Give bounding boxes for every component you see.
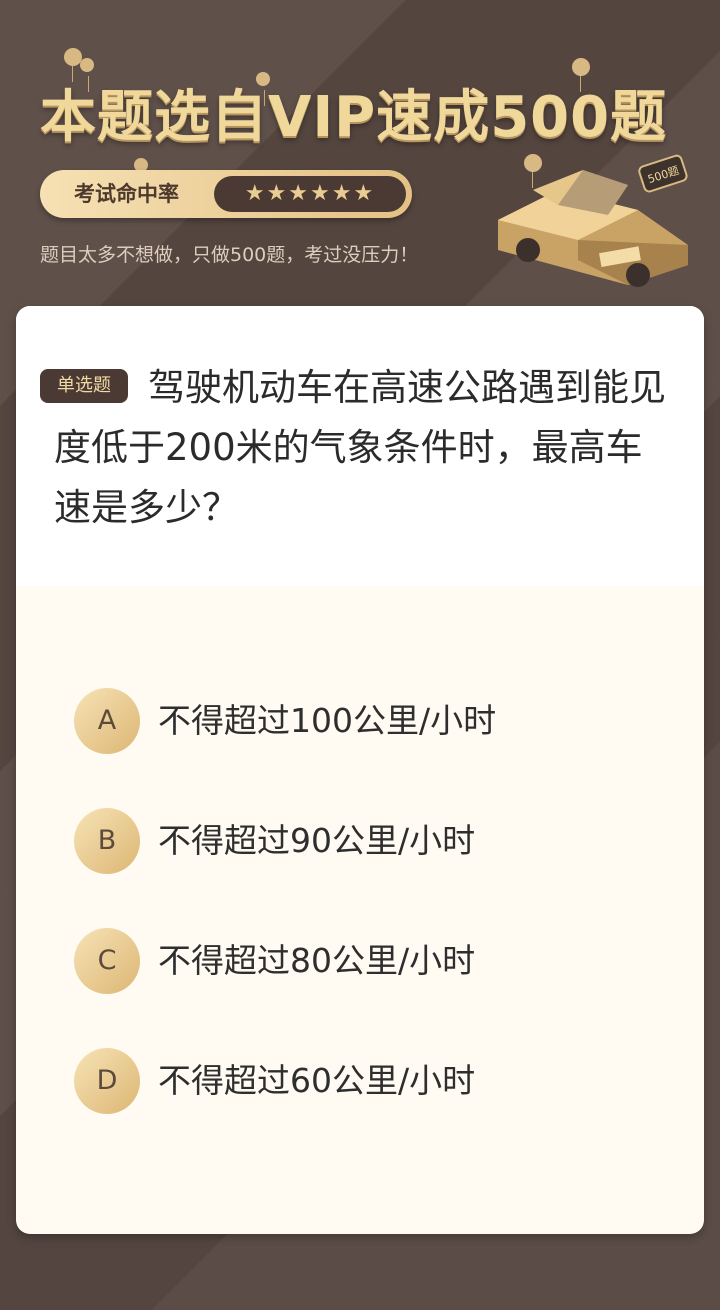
question-area: 驾驶机动车在高速公路遇到能见度低于200米的气象条件时，最高车速是多少？ 单选题 — [16, 306, 704, 586]
option-c[interactable]: C 不得超过80公里/小时 — [74, 926, 634, 996]
option-letter: B — [74, 808, 140, 874]
hero-subtitle: 题目太多不想做，只做500题，考过没压力！ — [40, 244, 419, 266]
option-text: 不得超过80公里/小时 — [158, 941, 476, 980]
question-type-badge: 单选题 — [40, 369, 128, 403]
hit-rate-label: 考试命中率 — [74, 182, 179, 206]
option-text: 不得超过60公里/小时 — [158, 1061, 476, 1100]
option-letter: D — [74, 1048, 140, 1114]
question-card: 驾驶机动车在高速公路遇到能见度低于200米的气象条件时，最高车速是多少？ 单选题… — [16, 306, 704, 1234]
question-text: 驾驶机动车在高速公路遇到能见度低于200米的气象条件时，最高车速是多少？ — [54, 366, 666, 529]
option-text: 不得超过90公里/小时 — [158, 821, 476, 860]
option-text: 不得超过100公里/小时 — [158, 701, 497, 740]
option-d[interactable]: D 不得超过60公里/小时 — [74, 1046, 634, 1116]
star-rating: ★★★★★★ — [214, 176, 406, 212]
hit-rate-pill: 考试命中率 ★★★★★★ — [40, 170, 412, 218]
option-b[interactable]: B 不得超过90公里/小时 — [74, 806, 634, 876]
balloon-icon — [80, 58, 94, 92]
option-letter: A — [74, 688, 140, 754]
option-letter: C — [74, 928, 140, 994]
car-illustration: 500题 — [498, 154, 688, 287]
hero-title: 本题选自VIP速成500题 — [40, 85, 668, 150]
option-a[interactable]: A 不得超过100公里/小时 — [74, 686, 634, 756]
